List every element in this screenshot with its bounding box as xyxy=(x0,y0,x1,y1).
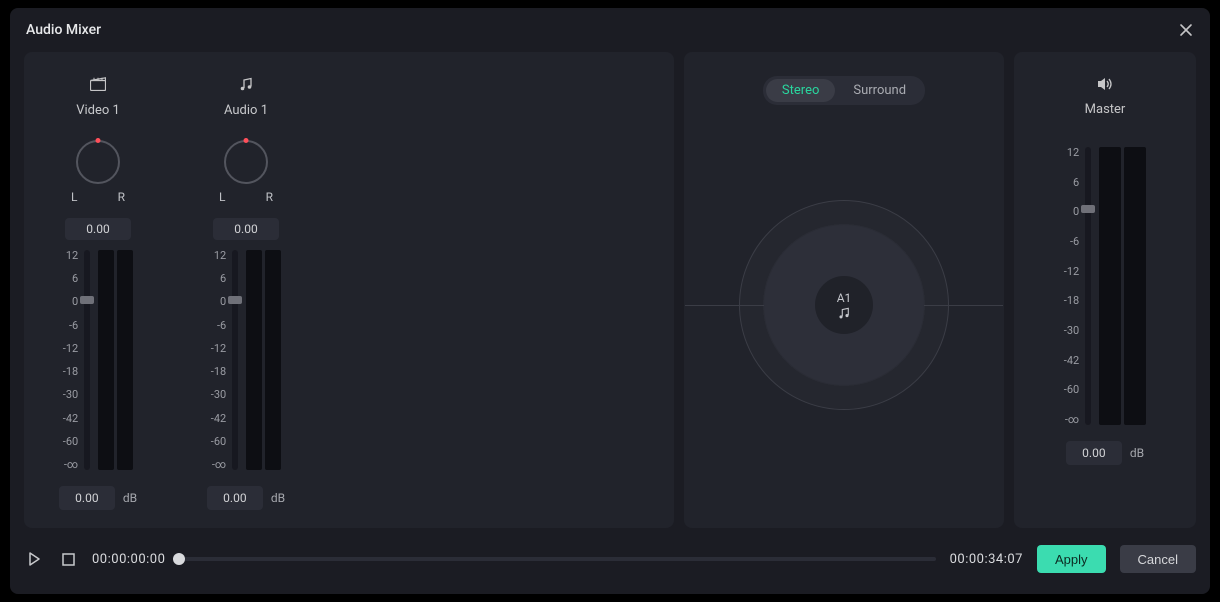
music-icon xyxy=(838,307,850,319)
modal-title: Audio Mixer xyxy=(24,22,101,38)
spatial-source[interactable]: A1 xyxy=(815,276,873,334)
pan-left-label: L xyxy=(219,190,225,204)
stop-button[interactable] xyxy=(58,549,78,569)
level-meter xyxy=(98,250,133,470)
db-scale: 1260-6-12-18-30-42-60-∞ xyxy=(1064,147,1079,425)
gain-value-input[interactable]: 0.00 xyxy=(207,486,263,510)
tracks-panel: Video 1 L R 0.00 1260-6-12-18-30-42-60-∞ xyxy=(24,52,674,528)
pan-value-input[interactable]: 0.00 xyxy=(65,218,131,240)
gain-value-input[interactable]: 0.00 xyxy=(1066,441,1122,465)
play-icon xyxy=(27,552,41,566)
close-button[interactable] xyxy=(1176,20,1196,40)
stereo-option[interactable]: Stereo xyxy=(766,79,835,102)
timeline[interactable] xyxy=(179,549,935,569)
stereo-surround-toggle: Stereo Surround xyxy=(763,76,925,105)
gain-row: 0.00 dB xyxy=(1066,441,1144,465)
modal-header: Audio Mixer xyxy=(24,8,1196,52)
stop-icon xyxy=(62,553,75,566)
current-time: 00:00:00:00 xyxy=(92,552,165,567)
pan-right-label: R xyxy=(266,190,273,204)
spatial-source-label: A1 xyxy=(837,291,852,305)
gain-fader[interactable] xyxy=(232,250,238,470)
master-label: Master xyxy=(1085,102,1126,117)
cancel-button[interactable]: Cancel xyxy=(1120,545,1196,573)
speaker-icon xyxy=(1096,76,1114,94)
track-video-1: Video 1 L R 0.00 1260-6-12-18-30-42-60-∞ xyxy=(24,76,172,510)
pan-lr-labels: L R xyxy=(71,190,125,204)
track-audio-1: Audio 1 L R 0.00 1260-6-12-18-30-42-60-∞ xyxy=(172,76,320,510)
fader-thumb[interactable] xyxy=(1081,205,1095,213)
gain-fader[interactable] xyxy=(84,250,90,470)
spatial-field[interactable]: A1 xyxy=(696,105,992,504)
footer: 00:00:00:00 00:00:34:07 Apply Cancel xyxy=(24,538,1196,580)
pan-lr-labels: L R xyxy=(219,190,273,204)
fader-area: 1260-6-12-18-30-42-60-∞ xyxy=(1064,147,1146,425)
pan-left-label: L xyxy=(71,190,77,204)
pan-knob[interactable] xyxy=(76,140,120,184)
play-button[interactable] xyxy=(24,549,44,569)
pan-value-input[interactable]: 0.00 xyxy=(213,218,279,240)
gain-row: 0.00 dB xyxy=(59,486,137,510)
master-panel: Master 1260-6-12-18-30-42-60-∞ 0.00 dB xyxy=(1014,52,1196,528)
db-scale: 1260-6-12-18-30-42-60-∞ xyxy=(63,250,78,470)
gain-row: 0.00 dB xyxy=(207,486,285,510)
db-label: dB xyxy=(271,491,285,505)
spatial-panel: Stereo Surround A1 xyxy=(684,52,1004,528)
panels: Video 1 L R 0.00 1260-6-12-18-30-42-60-∞ xyxy=(24,52,1196,528)
clapper-icon xyxy=(90,76,106,93)
pan-right-label: R xyxy=(118,190,125,204)
db-label: dB xyxy=(123,491,137,505)
apply-button[interactable]: Apply xyxy=(1037,545,1106,573)
timeline-thumb[interactable] xyxy=(173,553,185,565)
audio-mixer-modal: Audio Mixer Video 1 L R 0.00 xyxy=(10,8,1210,594)
music-icon xyxy=(239,76,253,93)
track-label: Audio 1 xyxy=(224,103,268,118)
gain-value-input[interactable]: 0.00 xyxy=(59,486,115,510)
db-label: dB xyxy=(1130,446,1144,460)
fader-area: 1260-6-12-18-30-42-60-∞ xyxy=(211,250,281,470)
total-time: 00:00:34:07 xyxy=(950,552,1023,567)
fader-area: 1260-6-12-18-30-42-60-∞ xyxy=(63,250,133,470)
level-meter xyxy=(1099,147,1146,425)
level-meter xyxy=(246,250,281,470)
pan-knob[interactable] xyxy=(224,140,268,184)
db-scale: 1260-6-12-18-30-42-60-∞ xyxy=(211,250,226,470)
fader-thumb[interactable] xyxy=(228,296,242,304)
close-icon xyxy=(1179,23,1193,37)
fader-thumb[interactable] xyxy=(80,296,94,304)
surround-option[interactable]: Surround xyxy=(837,79,922,102)
track-label: Video 1 xyxy=(76,103,120,118)
gain-fader[interactable] xyxy=(1085,147,1091,425)
